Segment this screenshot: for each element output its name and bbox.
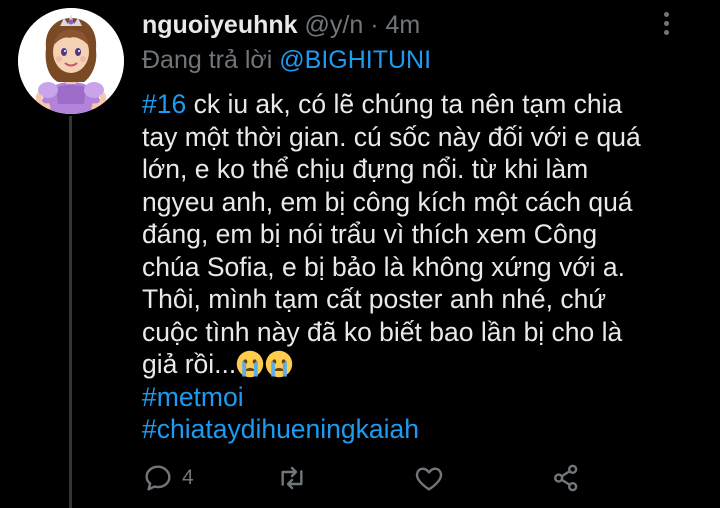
retweet-icon <box>281 466 303 490</box>
tweet-actions: 4 <box>0 458 720 498</box>
crying-face-icon <box>266 350 293 378</box>
tweet: nguoiyeuhnk @y/n · 4m Đang trả lời @BIGH… <box>0 0 720 508</box>
avatar[interactable] <box>18 8 124 114</box>
like-button[interactable] <box>413 458 445 498</box>
timestamp[interactable]: 4m <box>385 11 420 39</box>
tweet-header: nguoiyeuhnk @y/n · 4m <box>142 8 420 42</box>
heart-icon <box>415 467 443 491</box>
tweet-line: chúa Sofia, e bị bảo là không xứng với a… <box>142 251 625 282</box>
hashtag-link[interactable]: #metmoi <box>142 382 244 412</box>
reply-count: 4 <box>182 466 194 489</box>
hashtag-link[interactable]: #chiataydihueningkaiah <box>142 414 419 444</box>
more-options-icon[interactable] <box>658 12 674 38</box>
retweet-button[interactable] <box>276 458 308 498</box>
separator: · <box>370 11 379 39</box>
share-icon <box>554 464 578 492</box>
reply-button[interactable]: 4 <box>142 458 194 498</box>
replying-to: Đang trả lời @BIGHITUNI <box>142 44 431 76</box>
tweet-line: #metmoi <box>142 381 712 414</box>
tweet-line: lớn, e ko thể chịu đựng nổi. từ khi làm <box>142 154 589 184</box>
tweet-line: giả rồi... <box>142 348 712 381</box>
tweet-line: tay một thời gian. cú sốc này đối với e … <box>142 121 641 152</box>
tweet-line: Thôi, mình tạm cất poster anh nhé, chứ <box>142 284 607 314</box>
tweet-text-segment: ck iu ak, có lẽ chúng ta nên tạm chia <box>186 89 623 119</box>
crying-face-icon <box>237 350 264 378</box>
display-name[interactable]: nguoiyeuhnk <box>142 11 298 39</box>
share-button[interactable] <box>550 458 582 498</box>
reply-icon <box>145 465 171 491</box>
tweet-text-segment: giả rồi... <box>142 349 237 379</box>
user-handle[interactable]: @y/n <box>305 11 364 39</box>
tweet-text: #16 ck iu ak, có lẽ chúng ta nên tạm chi… <box>142 88 712 446</box>
princess-avatar-icon <box>18 8 124 114</box>
tweet-line: #chiataydihueningkaiah <box>142 413 712 446</box>
thread-line <box>69 116 72 508</box>
reply-mention-link[interactable]: @BIGHITUNI <box>279 46 431 74</box>
tweet-line: #16 ck iu ak, có lẽ chúng ta nên tạm chi… <box>142 88 712 121</box>
replying-to-label: Đang trả lời <box>142 46 280 74</box>
hashtag-link[interactable]: #16 <box>142 89 186 119</box>
tweet-line: ngyeu anh, em bị công kích một cách quá <box>142 186 633 217</box>
tweet-line: cuộc tình này đã ko biết bao lần bị cho … <box>142 316 623 347</box>
tweet-line: đáng, em bị nói trẩu vì thích xem Công <box>142 219 598 249</box>
